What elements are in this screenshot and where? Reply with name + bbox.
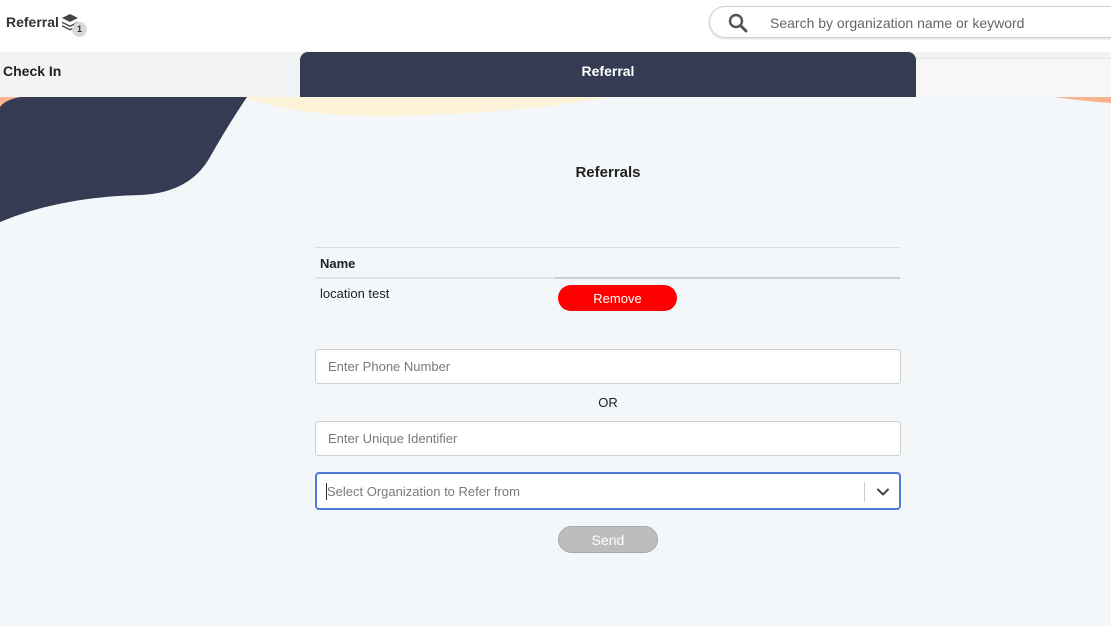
remove-button[interactable]: Remove: [558, 285, 677, 311]
page-title: Referrals: [575, 164, 641, 181]
row-name: location test: [320, 286, 390, 301]
search-input[interactable]: [770, 12, 1100, 34]
table-row: location test Remove: [315, 278, 900, 318]
search-bar: [709, 6, 1111, 38]
peach-blob-right: [1055, 97, 1111, 103]
organization-select-placeholder: Select Organization to Refer from: [327, 484, 520, 499]
unique-identifier-input[interactable]: [315, 421, 901, 456]
tab-bar: Check In Referral: [0, 52, 1111, 97]
app-header: Referral 1: [0, 0, 1111, 52]
tab-check-in[interactable]: Check In: [0, 52, 300, 97]
cream-blob: [240, 97, 610, 117]
tab-spacer: [916, 58, 1111, 97]
or-separator: OR: [598, 395, 618, 410]
table-header: Name: [315, 247, 900, 279]
organization-select[interactable]: Select Organization to Refer from: [315, 472, 901, 510]
referrals-table: Name location test Remove: [315, 247, 900, 318]
send-button[interactable]: Send: [558, 526, 658, 553]
phone-number-input[interactable]: [315, 349, 901, 384]
navy-blob: [0, 97, 247, 222]
chevron-down-icon[interactable]: [875, 484, 891, 500]
column-header-name: Name: [320, 256, 356, 271]
tab-referral[interactable]: Referral: [300, 52, 916, 97]
search-icon[interactable]: [728, 13, 748, 33]
notification-badge: 1: [72, 22, 87, 37]
brand[interactable]: Referral: [6, 13, 79, 31]
brand-label: Referral: [6, 14, 59, 30]
select-separator: [864, 482, 865, 502]
